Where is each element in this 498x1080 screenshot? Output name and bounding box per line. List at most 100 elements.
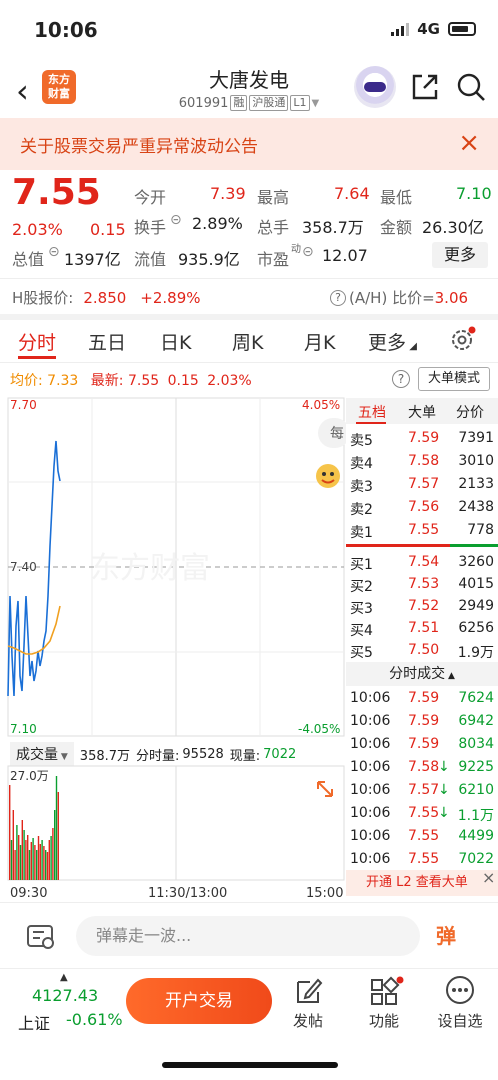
trade-tick: 10:06 7.59 7624 bbox=[346, 688, 498, 711]
tab-monthly-k[interactable]: 月K bbox=[304, 328, 335, 355]
trade-tick: 10:06 7.55 4499 bbox=[346, 826, 498, 849]
orderbook-level[interactable]: 买5 7.50 1.9万 bbox=[346, 640, 498, 663]
orderbook-level[interactable]: 卖5 7.59 7391 bbox=[346, 428, 498, 451]
orderbook-level[interactable]: 卖2 7.56 2438 bbox=[346, 497, 498, 520]
close-icon[interactable]: × bbox=[458, 128, 480, 158]
tick-label: 分时量: bbox=[136, 748, 180, 764]
orderbook-level[interactable]: 买1 7.54 3260 bbox=[346, 552, 498, 575]
more-button[interactable]: 更多 bbox=[432, 242, 488, 268]
hshare-quote[interactable]: H股报价: 2.850 +2.89% bbox=[12, 287, 201, 308]
tab-weekly-k[interactable]: 周K bbox=[232, 328, 263, 355]
trades-header[interactable]: 分时成交 ▲ bbox=[346, 662, 498, 686]
level-label: 卖5 bbox=[350, 433, 373, 449]
signal-icon bbox=[391, 22, 410, 36]
volume-bar bbox=[9, 785, 11, 880]
notice-banner[interactable]: 关于股票交易严重异常波动公告 bbox=[0, 118, 498, 170]
orderbook-level[interactable]: 卖4 7.58 3010 bbox=[346, 451, 498, 474]
tab-five-levels[interactable]: 五档 bbox=[358, 402, 386, 422]
search-icon[interactable] bbox=[456, 72, 486, 102]
info-icon[interactable]: ⊝ bbox=[302, 244, 314, 260]
latest-pct: 2.03% bbox=[207, 373, 252, 389]
indicator-select[interactable]: 成交量 ▼ bbox=[10, 742, 74, 766]
level-price: 7.53 bbox=[408, 576, 440, 592]
low-label: 最低 bbox=[380, 188, 413, 207]
volume-bar bbox=[55, 776, 58, 880]
trade-button[interactable]: 开户交易 bbox=[126, 978, 272, 1024]
gear-icon[interactable] bbox=[450, 326, 476, 352]
nav-watchlist[interactable]: 设自选 bbox=[430, 1010, 490, 1031]
pe-sup: 动 bbox=[291, 244, 301, 255]
volume-header: 成交量 ▼ 358.7万 分时量: 95528 现量: 7022 bbox=[10, 742, 296, 766]
orderbook-level[interactable]: 卖3 7.57 2133 bbox=[346, 474, 498, 497]
l2-promo-text: 开通 L2 查看大单 bbox=[366, 875, 468, 890]
danmu-input[interactable]: 弹幕走一波... bbox=[76, 916, 420, 956]
tab-intraday[interactable]: 分时 bbox=[18, 328, 56, 355]
tick-price: 7.55 bbox=[408, 805, 440, 821]
tick-direction-icon: ↓ bbox=[438, 759, 450, 775]
level-label: 卖1 bbox=[350, 525, 373, 541]
info-icon[interactable]: ⊝ bbox=[170, 212, 182, 228]
edit-icon[interactable] bbox=[294, 976, 324, 1006]
intraday-price-chart[interactable]: 东方财富 每 bbox=[0, 396, 346, 742]
tab-big-orders[interactable]: 大单 bbox=[408, 402, 436, 422]
volume-bar bbox=[19, 845, 22, 880]
mascot-icon[interactable] bbox=[316, 464, 340, 488]
danmu-settings-icon[interactable] bbox=[24, 920, 56, 952]
volume-bar bbox=[39, 844, 41, 880]
orderbook-level[interactable]: 买3 7.52 2949 bbox=[346, 596, 498, 619]
axis-top-price: 7.70 bbox=[10, 398, 37, 412]
high-label: 最高 bbox=[257, 188, 290, 207]
trade-tick: 10:06 7.59 6942 bbox=[346, 711, 498, 734]
help-icon: ? bbox=[330, 289, 346, 306]
low-value: 7.10 bbox=[456, 184, 492, 203]
orderbook-level[interactable]: 卖1 7.55 778 bbox=[346, 520, 498, 543]
latest-label: 最新: bbox=[90, 373, 124, 389]
level-label: 买2 bbox=[350, 579, 373, 595]
share-icon[interactable] bbox=[410, 72, 440, 102]
info-icon[interactable]: ⊝ bbox=[48, 244, 60, 260]
tab-five-day[interactable]: 五日 bbox=[88, 328, 126, 355]
grid-icon[interactable] bbox=[370, 976, 404, 1006]
tick-price: 7.55 bbox=[408, 828, 440, 844]
tick-time: 10:06 bbox=[350, 851, 391, 867]
tab-daily-k[interactable]: 日K bbox=[160, 328, 191, 355]
level-price: 7.58 bbox=[408, 453, 440, 469]
level-price: 7.55 bbox=[408, 522, 440, 538]
tick-direction-icon: ↓ bbox=[438, 805, 450, 821]
tick-volume: 4499 bbox=[458, 828, 494, 844]
l2-promo[interactable]: 开通 L2 查看大单 bbox=[346, 870, 498, 896]
bid-ask-ratio-bar bbox=[346, 544, 498, 547]
expand-icon[interactable] bbox=[312, 776, 338, 802]
orderbook-level[interactable]: 买4 7.51 6256 bbox=[346, 618, 498, 641]
level-volume: 2133 bbox=[458, 476, 494, 492]
change-amount: 0.15 bbox=[90, 220, 126, 239]
danmu-toggle-icon[interactable]: 弹 bbox=[436, 920, 456, 949]
nav-function[interactable]: 功能 bbox=[354, 1010, 414, 1031]
ah-ratio[interactable]: ? (A/H) 比价= 3.06 bbox=[330, 287, 468, 308]
orderbook-level[interactable]: 买2 7.53 4015 bbox=[346, 574, 498, 597]
tab-more-label: 更多 bbox=[368, 332, 407, 354]
index-value[interactable]: 4127.43 bbox=[32, 986, 98, 1005]
chevron-down-icon[interactable]: ▼ bbox=[312, 98, 320, 109]
volume-chart[interactable] bbox=[0, 764, 346, 884]
tick-volume: 6942 bbox=[458, 713, 494, 729]
volume-bar bbox=[10, 840, 13, 880]
close-icon[interactable]: × bbox=[482, 868, 495, 887]
time-start: 09:30 bbox=[10, 886, 48, 901]
tick-price: 7.57 bbox=[408, 782, 440, 798]
index-name: 上证 bbox=[18, 1014, 51, 1033]
tab-price-dist[interactable]: 分价 bbox=[456, 402, 484, 422]
indicator-select-label: 成交量 bbox=[16, 747, 58, 763]
help-icon[interactable]: ? bbox=[392, 370, 410, 388]
big-order-mode-button[interactable]: 大单模式 bbox=[418, 367, 490, 391]
volume-bar bbox=[36, 850, 38, 880]
more-dots-icon[interactable] bbox=[444, 974, 476, 1006]
nav-post[interactable]: 发帖 bbox=[278, 1010, 338, 1031]
level-volume: 7391 bbox=[458, 430, 494, 446]
bubble-button[interactable]: 每 bbox=[318, 418, 346, 448]
tab-more[interactable]: 更多 ◢ bbox=[368, 328, 417, 355]
assistant-robot-icon[interactable] bbox=[354, 66, 396, 108]
stock-code: 601991 bbox=[178, 95, 229, 111]
hshare-label: H股报价: bbox=[12, 289, 74, 307]
tick-price: 7.59 bbox=[408, 690, 440, 706]
